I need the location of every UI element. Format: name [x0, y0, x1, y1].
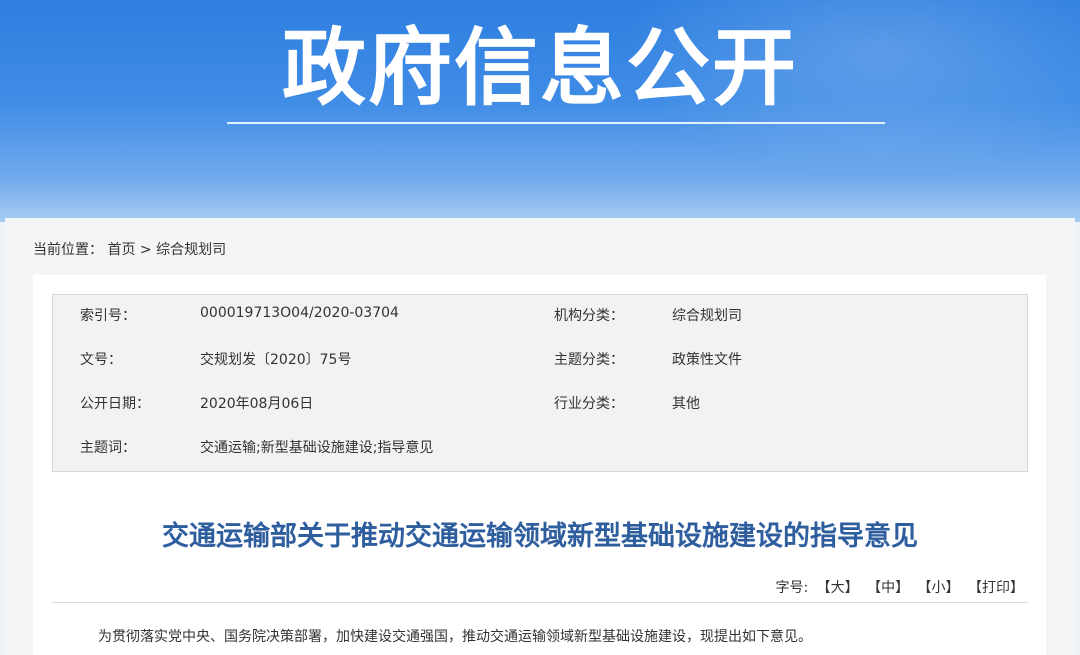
print-button[interactable]: 【打印】 [968, 577, 1024, 597]
date-label: 公开日期： [80, 396, 150, 412]
industry-value: 其他 [672, 396, 700, 412]
docno-value: 交规划发〔2020〕75号 [200, 352, 352, 368]
breadcrumb-current-link[interactable]: 综合规划司 [156, 239, 226, 259]
font-size-toolbar: 字号: 【大】 【中】 【小】 【打印】 [771, 577, 1024, 597]
intro-paragraph: 为贯彻落实党中央、国务院决策部署，加快建设交通强国，推动交通运输领域新型基础设施… [98, 629, 812, 645]
banner-underline [227, 122, 885, 124]
banner-title: 政府信息公开 [281, 19, 798, 117]
breadcrumb-prefix: 当前位置： [33, 242, 103, 258]
keywords-label: 主题词： [80, 440, 136, 456]
date-value: 2020年08月06日 [200, 396, 314, 412]
keywords-value: 交通运输;新型基础设施建设;指导意见 [200, 440, 434, 456]
font-large-button[interactable]: 【大】 [817, 577, 859, 597]
org-value: 综合规划司 [672, 308, 742, 324]
font-small-button[interactable]: 【小】 [918, 577, 960, 597]
font-size-label: 字号: [775, 580, 809, 596]
org-label: 机构分类： [554, 308, 624, 324]
subject-label: 主题分类： [554, 352, 624, 368]
font-medium-button[interactable]: 【中】 [867, 577, 909, 597]
breadcrumb-separator: > [139, 242, 152, 258]
index-value: 000019713O04/2020-03704 [200, 305, 399, 321]
breadcrumb-home-link[interactable]: 首页 [107, 239, 135, 259]
document-title: 交通运输部关于推动交通运输领域新型基础设施建设的指导意见 [162, 521, 918, 552]
industry-label: 行业分类： [554, 396, 624, 412]
content-divider [52, 602, 1028, 603]
subject-value: 政策性文件 [672, 352, 742, 368]
index-label: 索引号： [80, 308, 136, 324]
breadcrumb: 当前位置： 首页 > 综合规划司 [33, 239, 226, 259]
docno-label: 文号： [80, 352, 122, 368]
metadata-table: 索引号： 000019713O04/2020-03704 机构分类： 综合规划司… [52, 294, 1028, 472]
header-banner: 政府信息公开 [0, 0, 1080, 222]
